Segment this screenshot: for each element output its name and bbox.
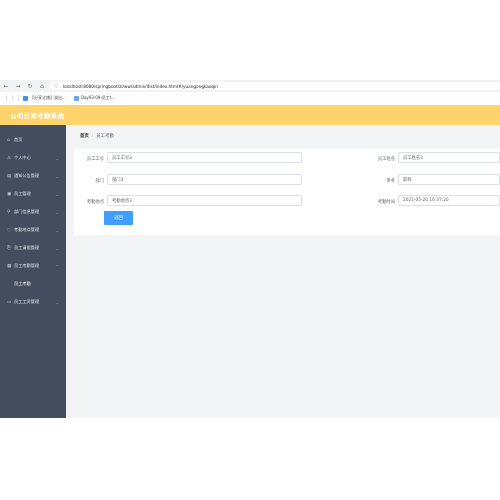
employee-name-value: 员工姓名3 (403, 155, 423, 161)
bookmark-divider (18, 95, 19, 101)
employee-no-label: 员工工号 (86, 157, 104, 162)
bookmark-label: Day03-09-员工t... (80, 95, 116, 100)
sidebar-item-notices[interactable]: ▤ 通知公告管理 ⌄ (0, 167, 66, 185)
breadcrumb-current: 员工考勤 (96, 134, 114, 139)
screenshot: ← → ↻ ⌂ ⓘ localhost:8080/springboot/zl/w… (0, 0, 500, 500)
time-label: 考勤时间 (377, 200, 395, 205)
sidebar-item-label: 部门信息管理 (14, 209, 40, 214)
sidebar-item-label: 考勤地点管理 (14, 227, 40, 232)
sidebar-item-locations[interactable]: ◌ 考勤地点管理 ⌄ (0, 221, 66, 239)
chevron-up-icon: ⌃ (55, 263, 59, 269)
bookmark-1[interactable]: 【分享之旅】说出... (23, 95, 66, 101)
chevron-down-icon: ⌄ (55, 299, 59, 305)
position-value: 职称 (403, 177, 412, 183)
forward-icon[interactable]: → (12, 80, 24, 92)
employee-name-input[interactable]: 员工姓名3 (398, 152, 500, 163)
department-label: 部门 (95, 179, 104, 184)
app-root: 公司日常考勤系统 ⌂ 首页 ♙ 个人中心 ⌄ ▤ 通知公告管理 ⌄ ▣ 员工管理… (0, 105, 500, 418)
sidebar-item-departments[interactable]: ⚲ 部门信息管理 ⌄ (0, 203, 66, 221)
browser-toolbar: ← → ↻ ⌂ ⓘ localhost:8080/springboot/zl/w… (0, 80, 500, 92)
location-label: 考勤地点 (86, 200, 104, 205)
chevron-down-icon: ⌄ (55, 209, 59, 215)
user-icon: ♙ (7, 155, 12, 161)
sidebar-item-salary[interactable]: ▭ 员工工资管理 ⌄ (0, 293, 66, 311)
back-button[interactable]: 返回 (104, 211, 133, 225)
chevron-down-icon: ⌄ (55, 245, 59, 251)
chevron-down-icon: ⌄ (55, 155, 59, 161)
staff-icon: ▣ (7, 191, 12, 197)
time-value: 2021-05-20 16:37:20 (403, 198, 449, 203)
bookmark-favicon-icon (73, 95, 79, 101)
sidebar-item-label: 通知公告管理 (14, 173, 40, 178)
department-input[interactable]: 部门3 (107, 174, 302, 185)
sidebar-item-label: 员工考勤管理 (14, 263, 40, 268)
breadcrumb: 首页 / 员工考勤 (80, 133, 114, 140)
location-icon: ◌ (7, 227, 11, 233)
sidebar-item-leave[interactable]: ⎘ 员工请假管理 ⌄ (0, 239, 66, 257)
department-value: 部门3 (112, 177, 124, 183)
sidebar-item-label: 首页 (14, 137, 23, 142)
salary-icon: ▭ (7, 299, 12, 305)
breadcrumb-separator: / (91, 133, 94, 139)
employee-no-input[interactable]: 员工工号3 (107, 152, 302, 163)
location-value: 考勤地点3 (112, 198, 132, 204)
sidebar-item-home[interactable]: ⌂ 首页 (0, 131, 66, 149)
home-browser-icon[interactable]: ⌂ (36, 80, 48, 92)
employee-name-label: 员工姓名 (377, 157, 395, 162)
leave-icon: ⎘ (7, 246, 11, 251)
main-content: 首页 / 员工考勤 员工工号 员工工号3 员工姓名 员工姓名3 部门 部门3 参… (66, 125, 500, 418)
sidebar: ⌂ 首页 ♙ 个人中心 ⌄ ▤ 通知公告管理 ⌄ ▣ 员工管理 ⌄ ⚲ 部门信息… (0, 125, 66, 418)
attendance-form: 员工工号 员工工号3 员工姓名 员工姓名3 部门 部门3 参考 职称 考勤地点 (74, 149, 500, 235)
bookmark-favicon-icon (23, 95, 28, 101)
address-url: localhost:8080/springboot/zl/ww/admin/di… (63, 83, 218, 89)
address-bar[interactable]: ⓘ localhost:8080/springboot/zl/ww/admin/… (50, 82, 500, 90)
position-label: 参考 (386, 179, 395, 184)
apps-icon[interactable]: ⋮⋮ (4, 95, 16, 102)
sidebar-item-label: 员工请假管理 (14, 245, 40, 250)
bookmark-label: 【分享之旅】说出... (30, 95, 66, 100)
app-header: 公司日常考勤系统 (0, 105, 500, 125)
info-icon: ⓘ (54, 83, 58, 88)
home-icon: ⌂ (7, 137, 10, 143)
reload-icon[interactable]: ↻ (24, 80, 36, 92)
sidebar-item-staff[interactable]: ▣ 员工管理 ⌄ (0, 185, 66, 203)
employee-no-value: 员工工号3 (112, 155, 132, 161)
bookmark-2[interactable]: Day03-09-员工t... (73, 95, 116, 101)
chevron-down-icon: ⌄ (55, 173, 59, 179)
attendance-icon: ▦ (7, 263, 12, 269)
chevron-down-icon: ⌄ (55, 191, 59, 197)
time-input[interactable]: 2021-05-20 16:37:20 (398, 195, 500, 206)
sidebar-item-label: 员工工资管理 (14, 299, 40, 304)
app-title: 公司日常考勤系统 (10, 112, 65, 120)
sidebar-item-label: 员工管理 (14, 191, 31, 196)
sidebar-item-profile[interactable]: ♙ 个人中心 ⌄ (0, 149, 66, 167)
location-input[interactable]: 考勤地点3 (107, 195, 302, 206)
browser-chrome: ← → ↻ ⌂ ⓘ localhost:8080/springboot/zl/w… (0, 80, 500, 104)
sidebar-item-label: 个人中心 (14, 155, 31, 160)
bookmarks-bar: ⋮⋮ 【分享之旅】说出... Day03-09-员工t... (0, 93, 500, 103)
chevron-down-icon: ⌄ (55, 227, 59, 233)
sidebar-item-label: 员工考勤 (14, 281, 31, 286)
notice-icon: ▤ (7, 173, 12, 179)
sidebar-item-attendance[interactable]: ▦ 员工考勤管理 ⌃ (0, 257, 66, 275)
back-icon[interactable]: ← (0, 80, 12, 92)
sidebar-subitem-attendance[interactable]: 员工考勤 (0, 275, 66, 293)
breadcrumb-home[interactable]: 首页 (80, 133, 89, 139)
position-input[interactable]: 职称 (398, 174, 500, 185)
dept-icon: ⚲ (7, 209, 11, 215)
